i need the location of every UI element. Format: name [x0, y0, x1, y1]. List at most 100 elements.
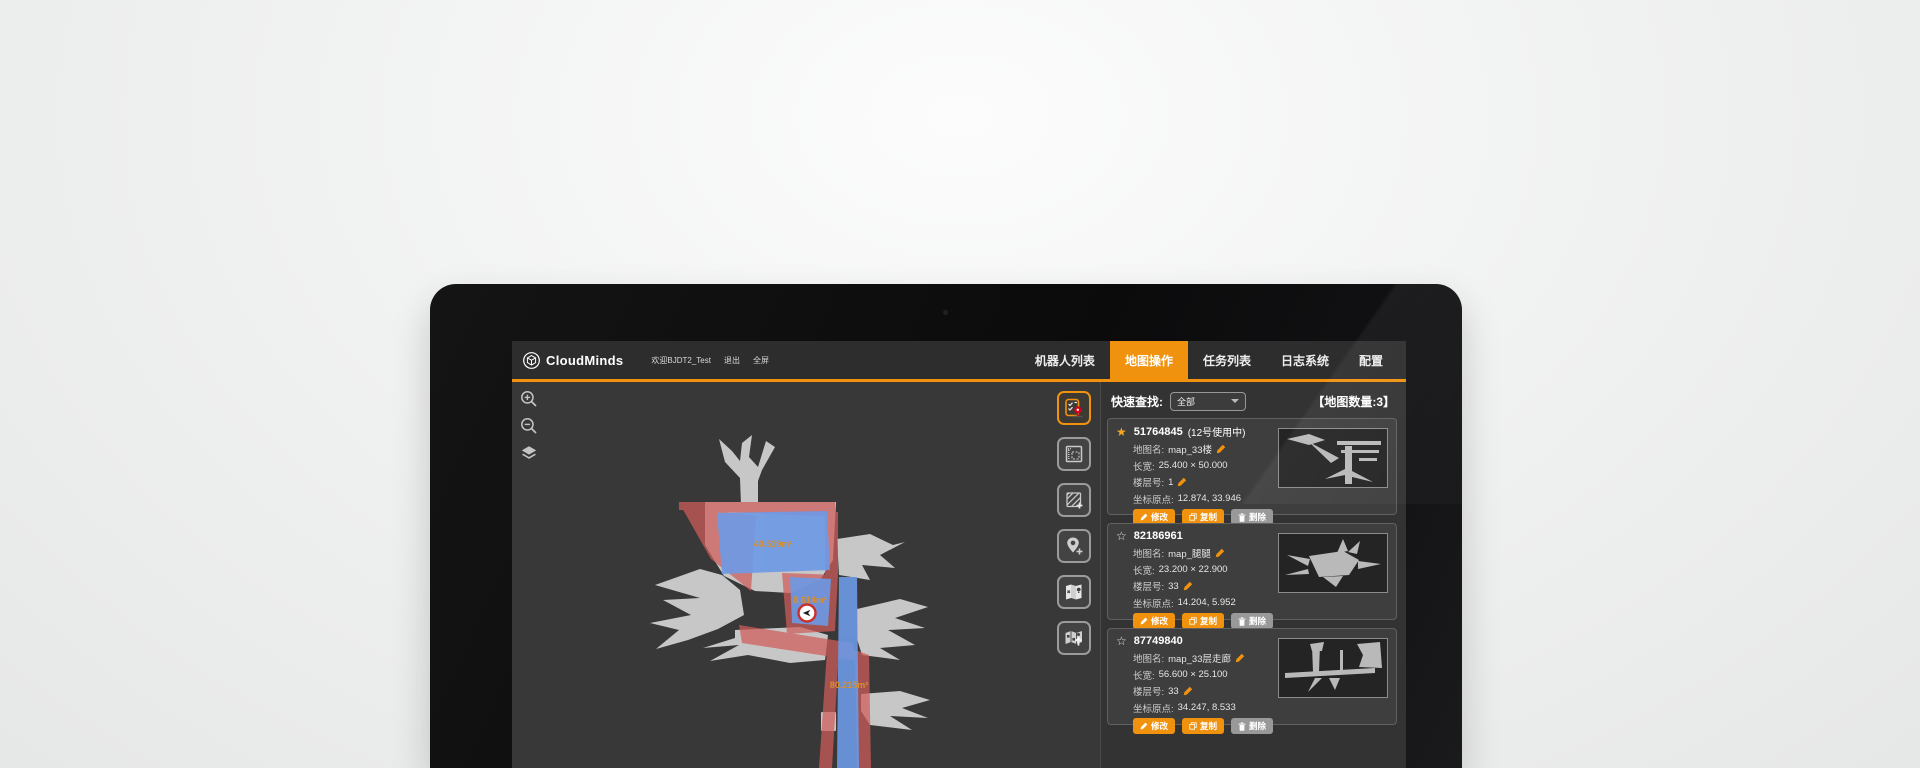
nav-robot-list[interactable]: 机器人列表	[1020, 341, 1110, 379]
field-label: 长宽:	[1133, 563, 1155, 577]
edit-map-button[interactable]: 修改	[1133, 718, 1175, 734]
field-label: 楼层号:	[1133, 684, 1164, 698]
edit-pencil-icon[interactable]	[1177, 477, 1187, 487]
main-area: 40.519m² 8.614m² 80.215m²	[512, 382, 1406, 768]
logout-link[interactable]: 退出	[724, 355, 740, 366]
field-label: 地图名:	[1133, 546, 1164, 560]
map-floor: 1	[1168, 477, 1173, 488]
map-thumbnail-image	[1279, 534, 1387, 592]
map-name: map_腿腿	[1168, 546, 1211, 560]
robot-position-marker[interactable]	[799, 605, 816, 622]
laptop-mockup: CloudMinds 欢迎BJDT2_Test 退出 全屏 机器人列表 地图操作…	[430, 284, 1462, 768]
copy-icon	[1189, 513, 1197, 521]
map-filter-select[interactable]: 全部	[1170, 392, 1246, 411]
tool-add-point[interactable]	[1057, 529, 1091, 563]
field-label: 坐标原点:	[1133, 596, 1174, 610]
nav-config[interactable]: 配置	[1344, 341, 1398, 379]
map-thumbnail-image	[1279, 429, 1387, 487]
tool-measure-region[interactable]	[1057, 437, 1091, 471]
map-id: 82186961	[1134, 530, 1183, 542]
quick-search-label: 快速查找:	[1111, 393, 1163, 410]
cloudminds-logo-icon	[523, 352, 540, 369]
tool-task-point-list[interactable]	[1057, 391, 1091, 425]
edit-pencil-icon[interactable]	[1235, 653, 1245, 663]
map-status: (12号使用中)	[1188, 424, 1246, 439]
quick-search-row: 快速查找: 全部 【地图数量:3】	[1111, 390, 1395, 412]
trash-icon	[1238, 513, 1246, 522]
delete-map-button[interactable]: 删除	[1231, 613, 1273, 629]
map-toolbar	[1048, 382, 1100, 768]
field-label: 楼层号:	[1133, 579, 1164, 593]
edit-map-button[interactable]: 修改	[1133, 613, 1175, 629]
map-marker-icon	[1063, 581, 1085, 603]
map-floor: 33	[1168, 581, 1179, 592]
copy-map-button[interactable]: 复制	[1182, 613, 1224, 629]
map-floor: 33	[1168, 686, 1179, 697]
app-screen: CloudMinds 欢迎BJDT2_Test 退出 全屏 机器人列表 地图操作…	[512, 341, 1406, 768]
star-icon[interactable]: ☆	[1116, 634, 1127, 648]
star-icon[interactable]: ★	[1116, 425, 1127, 439]
area-label-2: 8.614m²	[793, 595, 827, 605]
copy-icon	[1189, 617, 1197, 625]
zoom-out-icon[interactable]	[520, 417, 538, 435]
trash-icon	[1238, 617, 1246, 626]
delete-map-button[interactable]: 删除	[1231, 718, 1273, 734]
chevron-down-icon	[1231, 399, 1239, 403]
nav-map-operations[interactable]: 地图操作	[1110, 341, 1188, 379]
add-restricted-area-icon	[1063, 489, 1085, 511]
tool-map-marker[interactable]	[1057, 575, 1091, 609]
map-thumbnail	[1278, 638, 1388, 698]
map-name: map_33层走廊	[1168, 651, 1231, 665]
layers-icon[interactable]	[520, 444, 538, 462]
map-id: 51764845	[1134, 426, 1183, 438]
field-label: 长宽:	[1133, 668, 1155, 682]
copy-map-button[interactable]: 复制	[1182, 718, 1224, 734]
map-thumbnail	[1278, 428, 1388, 488]
field-label: 坐标原点:	[1133, 492, 1174, 506]
session-bar: 欢迎BJDT2_Test 退出 全屏	[651, 341, 769, 379]
map-count-text: 【地图数量:3】	[1312, 393, 1395, 410]
area-label-3: 80.215m²	[830, 680, 869, 690]
edit-pencil-icon[interactable]	[1216, 444, 1226, 454]
map-origin: 12.874, 33.946	[1178, 493, 1241, 504]
map-origin: 14.204, 5.952	[1178, 597, 1236, 608]
map-size: 56.600 × 25.100	[1159, 669, 1228, 680]
field-label: 地图名:	[1133, 442, 1164, 456]
field-label: 地图名:	[1133, 651, 1164, 665]
edit-pencil-icon[interactable]	[1215, 548, 1225, 558]
brand: CloudMinds	[512, 341, 623, 379]
canvas-tools	[520, 390, 538, 462]
pencil-icon	[1140, 513, 1148, 521]
tool-upload-map[interactable]	[1057, 621, 1091, 655]
star-icon[interactable]: ☆	[1116, 529, 1127, 543]
map-thumbnail-image	[1279, 639, 1387, 697]
nav-task-list[interactable]: 任务列表	[1188, 341, 1266, 379]
map-thumbnail	[1278, 533, 1388, 593]
copy-icon	[1189, 722, 1197, 730]
pencil-icon	[1140, 617, 1148, 625]
main-nav: 机器人列表 地图操作 任务列表 日志系统 配置	[1020, 341, 1406, 379]
area-label-1: 40.519m²	[754, 539, 793, 549]
trash-icon	[1238, 722, 1246, 731]
upload-map-icon	[1063, 627, 1085, 649]
map-canvas[interactable]: 40.519m² 8.614m² 80.215m²	[512, 382, 1048, 768]
webcam-dot	[943, 310, 948, 315]
map-card: ☆ 87749840 地图名: map_33层走廊 长宽: 56.600 × 25.…	[1107, 628, 1397, 725]
map-card: ★ 51764845 (12号使用中) 地图名:map_33楼 长宽:25.40…	[1107, 418, 1397, 515]
tool-add-restricted-area[interactable]	[1057, 483, 1091, 517]
edit-pencil-icon[interactable]	[1183, 686, 1193, 696]
nav-log-system[interactable]: 日志系统	[1266, 341, 1344, 379]
map-name: map_33楼	[1168, 442, 1212, 456]
zoom-in-icon[interactable]	[520, 390, 538, 408]
map-id: 87749840	[1134, 635, 1183, 647]
brand-name: CloudMinds	[546, 353, 623, 368]
add-point-icon	[1063, 535, 1085, 557]
pencil-icon	[1140, 722, 1148, 730]
fullscreen-link[interactable]: 全屏	[753, 355, 769, 366]
edit-pencil-icon[interactable]	[1183, 581, 1193, 591]
map-origin: 34.247, 8.533	[1178, 702, 1236, 713]
field-label: 坐标原点:	[1133, 701, 1174, 715]
map-size: 23.200 × 22.900	[1159, 564, 1228, 575]
field-label: 楼层号:	[1133, 475, 1164, 489]
field-label: 长宽:	[1133, 459, 1155, 473]
